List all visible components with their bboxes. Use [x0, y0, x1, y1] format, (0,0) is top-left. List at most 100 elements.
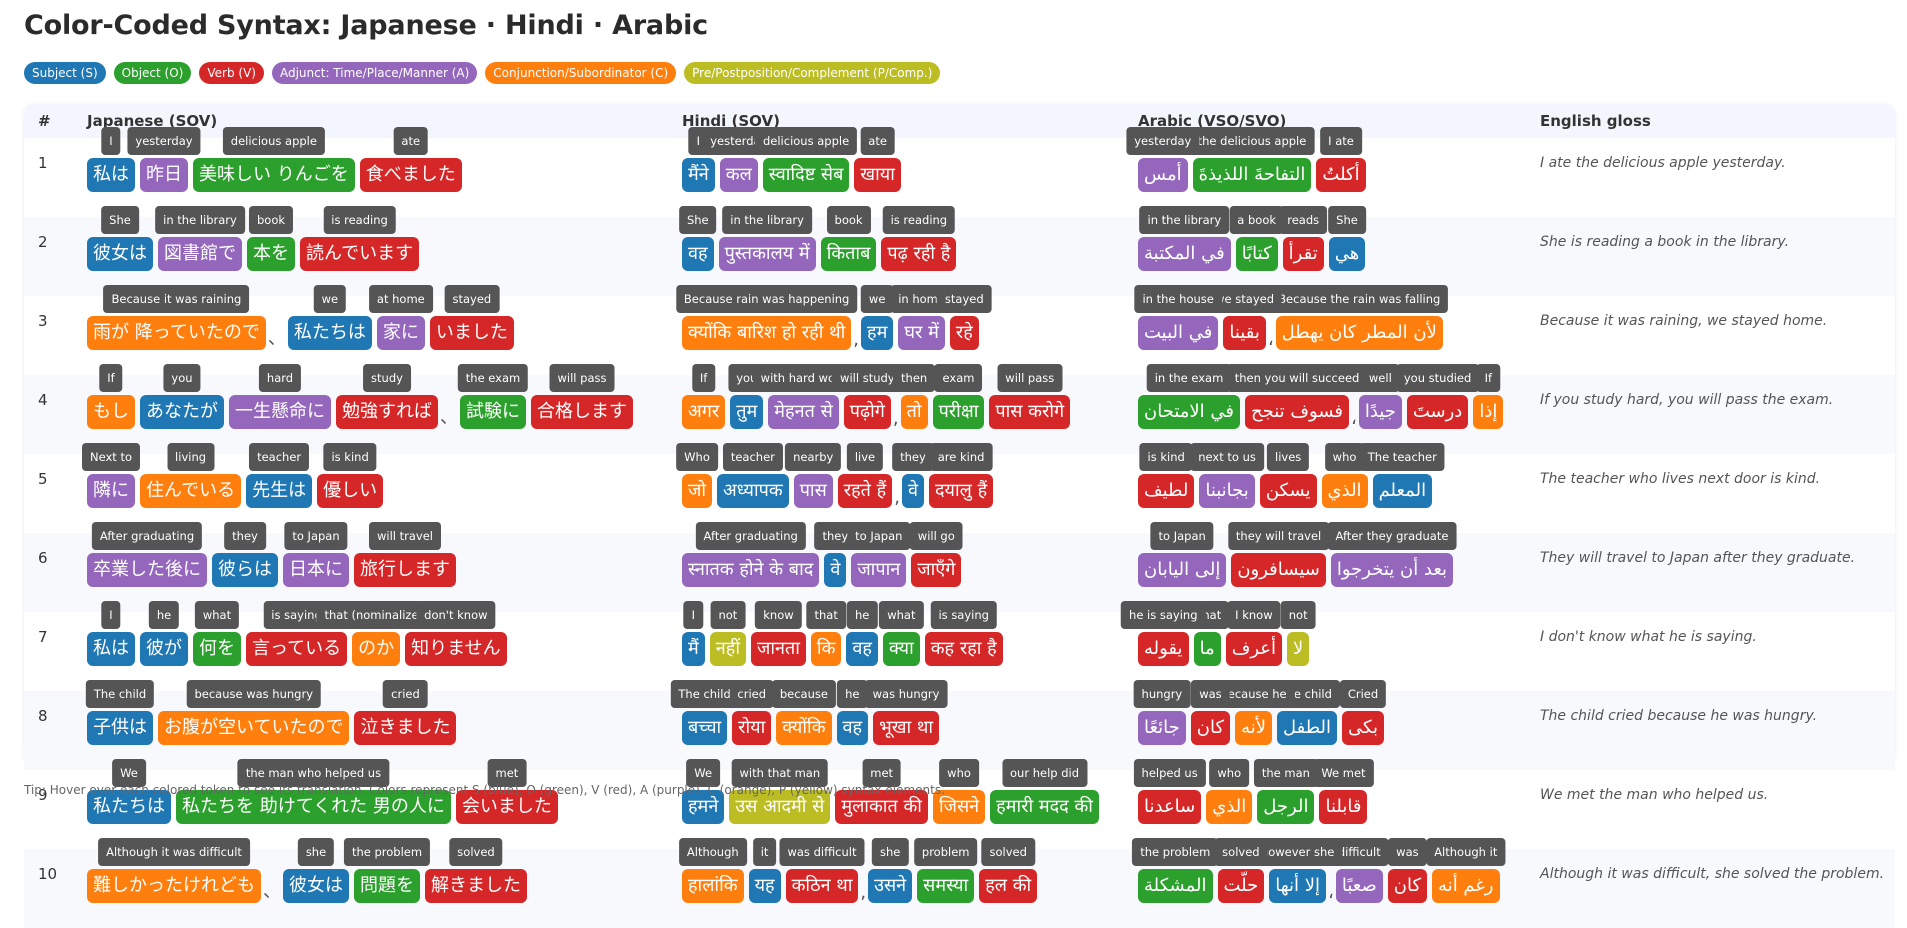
token-o[interactable]: क्या what [879, 601, 924, 666]
token-v[interactable]: كان was [1387, 838, 1428, 903]
token-s[interactable]: अध्यापक teacher [717, 443, 789, 508]
token-o[interactable]: 美味しい りんごを delicious apple [193, 127, 355, 192]
token-o[interactable]: 何を what [193, 601, 241, 666]
token-s[interactable]: إلا أنها however she [1252, 838, 1343, 903]
token-o[interactable]: المشكلة the problem [1132, 838, 1219, 903]
token-s[interactable]: तुम you [728, 364, 766, 429]
token-v[interactable]: 優しい is kind [317, 443, 384, 508]
token-o[interactable]: समस्या problem [913, 838, 978, 903]
token-c[interactable]: رغم أنه Although it [1426, 838, 1506, 903]
token-v[interactable]: जानता know [750, 601, 806, 666]
token-v[interactable]: فسوف تنجح then you will succeed [1226, 364, 1368, 429]
token-v[interactable]: بكى Cried [1339, 680, 1387, 745]
token-a[interactable]: जापान to Japan [847, 522, 911, 587]
token-c[interactable]: हालांकि Although [678, 838, 747, 903]
token-a[interactable]: جيدًا well [1358, 364, 1402, 429]
token-c[interactable]: のか that (nominalizer) [316, 601, 436, 666]
token-a[interactable]: 隣に Next to [82, 443, 140, 508]
token-a[interactable]: स्नातक होने के बाद After graduating [682, 522, 820, 587]
token-c[interactable]: 住んでいる living [140, 443, 242, 508]
token-v[interactable]: أعرف I know [1225, 601, 1283, 666]
token-v[interactable]: जाएँगे will go [909, 522, 963, 587]
token-a[interactable]: أمس yesterday [1126, 127, 1200, 192]
token-v[interactable]: 解きました solved [425, 838, 527, 903]
token-a[interactable]: جائعًا hungry [1133, 680, 1191, 745]
token-v[interactable]: दयालु हैं are kind [928, 443, 994, 508]
token-a[interactable]: بجانبنا next to us [1190, 443, 1264, 508]
token-v[interactable]: रोया cried [729, 680, 775, 745]
token-v[interactable]: पढ़ोगे will study [832, 364, 903, 429]
token-s[interactable]: वह he [836, 680, 869, 745]
token-c[interactable]: जो Who [676, 443, 718, 508]
token-o[interactable]: स्वादिष्ट सेब delicious apple [754, 127, 858, 192]
token-o[interactable]: 試験に the exam [457, 364, 529, 429]
token-s[interactable]: 彼らは they [212, 522, 278, 587]
token-a[interactable]: 日本に to Japan [283, 522, 349, 587]
token-a[interactable]: पास nearby [785, 443, 842, 508]
token-c[interactable]: अगर If [682, 364, 726, 429]
token-o[interactable]: التفاحةَ اللذيذةَ the delicious apple [1189, 127, 1315, 192]
token-v[interactable]: سيسافرون they will travel [1227, 522, 1330, 587]
token-s[interactable]: 私たちは we [287, 285, 372, 350]
token-v[interactable]: تقرأ reads [1279, 206, 1328, 271]
token-o[interactable]: 本を book [247, 206, 295, 271]
token-v[interactable]: 知りません don't know [405, 601, 507, 666]
token-a[interactable]: 家に at home [368, 285, 433, 350]
token-o[interactable]: ما what [1184, 601, 1230, 666]
token-c[interactable]: لأن المطر كان يهطل Because the rain was f… [1270, 285, 1449, 350]
token-v[interactable]: درستَ you studied [1395, 364, 1480, 429]
token-s[interactable]: 子供は The child [85, 680, 155, 745]
token-a[interactable]: मेहनत से with hard work [752, 364, 855, 429]
token-s[interactable]: 彼女は She [87, 206, 153, 271]
token-v[interactable]: أكلتُ I ate [1316, 127, 1366, 192]
token-v[interactable]: 言っている is saying [246, 601, 348, 666]
token-a[interactable]: إلى اليابان to Japan [1138, 522, 1227, 587]
token-c[interactable]: لأنه because he [1212, 680, 1295, 745]
token-s[interactable]: 私は I [87, 127, 135, 192]
token-o[interactable]: 問題を the problem [343, 838, 431, 903]
token-a[interactable]: घर में in home [890, 285, 953, 350]
token-c[interactable]: お腹が空いていたので because was hungry [158, 680, 350, 745]
token-a[interactable]: صعبًا difficult [1329, 838, 1389, 903]
token-s[interactable]: उसने she [868, 838, 913, 903]
token-v[interactable]: يسكن lives [1259, 443, 1317, 508]
token-s[interactable]: 彼が he [140, 601, 188, 666]
token-v[interactable]: पढ़ रही है is reading [881, 206, 957, 271]
token-v[interactable]: 勉強すれば study [336, 364, 438, 429]
token-o[interactable]: في الامتحان in the exam [1138, 364, 1240, 429]
token-v[interactable]: कठिन था was difficult [779, 838, 865, 903]
token-o[interactable]: किताब book [820, 206, 877, 271]
token-c[interactable]: もし If [87, 364, 135, 429]
token-v[interactable]: हल की solved [979, 838, 1038, 903]
token-v[interactable]: पास करोगे will pass [989, 364, 1071, 429]
token-c[interactable]: 雨が 降っていたので Because it was raining [87, 285, 266, 350]
token-c[interactable]: कि that [806, 601, 846, 666]
token-v[interactable]: حلّت solved [1214, 838, 1268, 903]
token-a[interactable]: पुस्तकालय में in the library [718, 206, 816, 271]
token-v[interactable]: खाया ate [854, 127, 901, 192]
token-v[interactable]: كان was [1190, 680, 1231, 745]
token-a[interactable]: بعد أن يتخرجوا After they graduate [1327, 522, 1457, 587]
token-s[interactable]: 彼女は she [283, 838, 349, 903]
token-p[interactable]: لا not [1280, 601, 1316, 666]
token-s[interactable]: वह She [678, 206, 717, 271]
token-c[interactable]: الذي who [1321, 443, 1368, 508]
token-a[interactable]: कल yesterday [702, 127, 776, 192]
token-s[interactable]: हम we [860, 285, 894, 350]
token-v[interactable]: कह रहा है is saying [924, 601, 1003, 666]
token-v[interactable]: रहे stayed [936, 285, 992, 350]
token-s[interactable]: 私は I [87, 601, 135, 666]
token-s[interactable]: الطفل the child [1274, 680, 1340, 745]
token-s[interactable]: बच्चा The child [670, 680, 739, 745]
token-p[interactable]: नहीं not [709, 601, 746, 666]
token-a[interactable]: في المكتبة in the library [1138, 206, 1231, 271]
token-s[interactable]: المعلم The teacher [1359, 443, 1445, 508]
token-v[interactable]: لطيف is kind [1138, 443, 1195, 508]
token-s[interactable]: मैंने I [682, 127, 715, 192]
token-c[interactable]: 難しかったけれども Although it was difficult [87, 838, 261, 903]
token-v[interactable]: いました stayed [429, 285, 514, 350]
token-v[interactable]: रहते हैं live [837, 443, 893, 508]
token-a[interactable]: 一生懸命に hard [229, 364, 331, 429]
token-s[interactable]: वह he [846, 601, 878, 666]
token-s[interactable]: 先生は teacher [246, 443, 313, 508]
